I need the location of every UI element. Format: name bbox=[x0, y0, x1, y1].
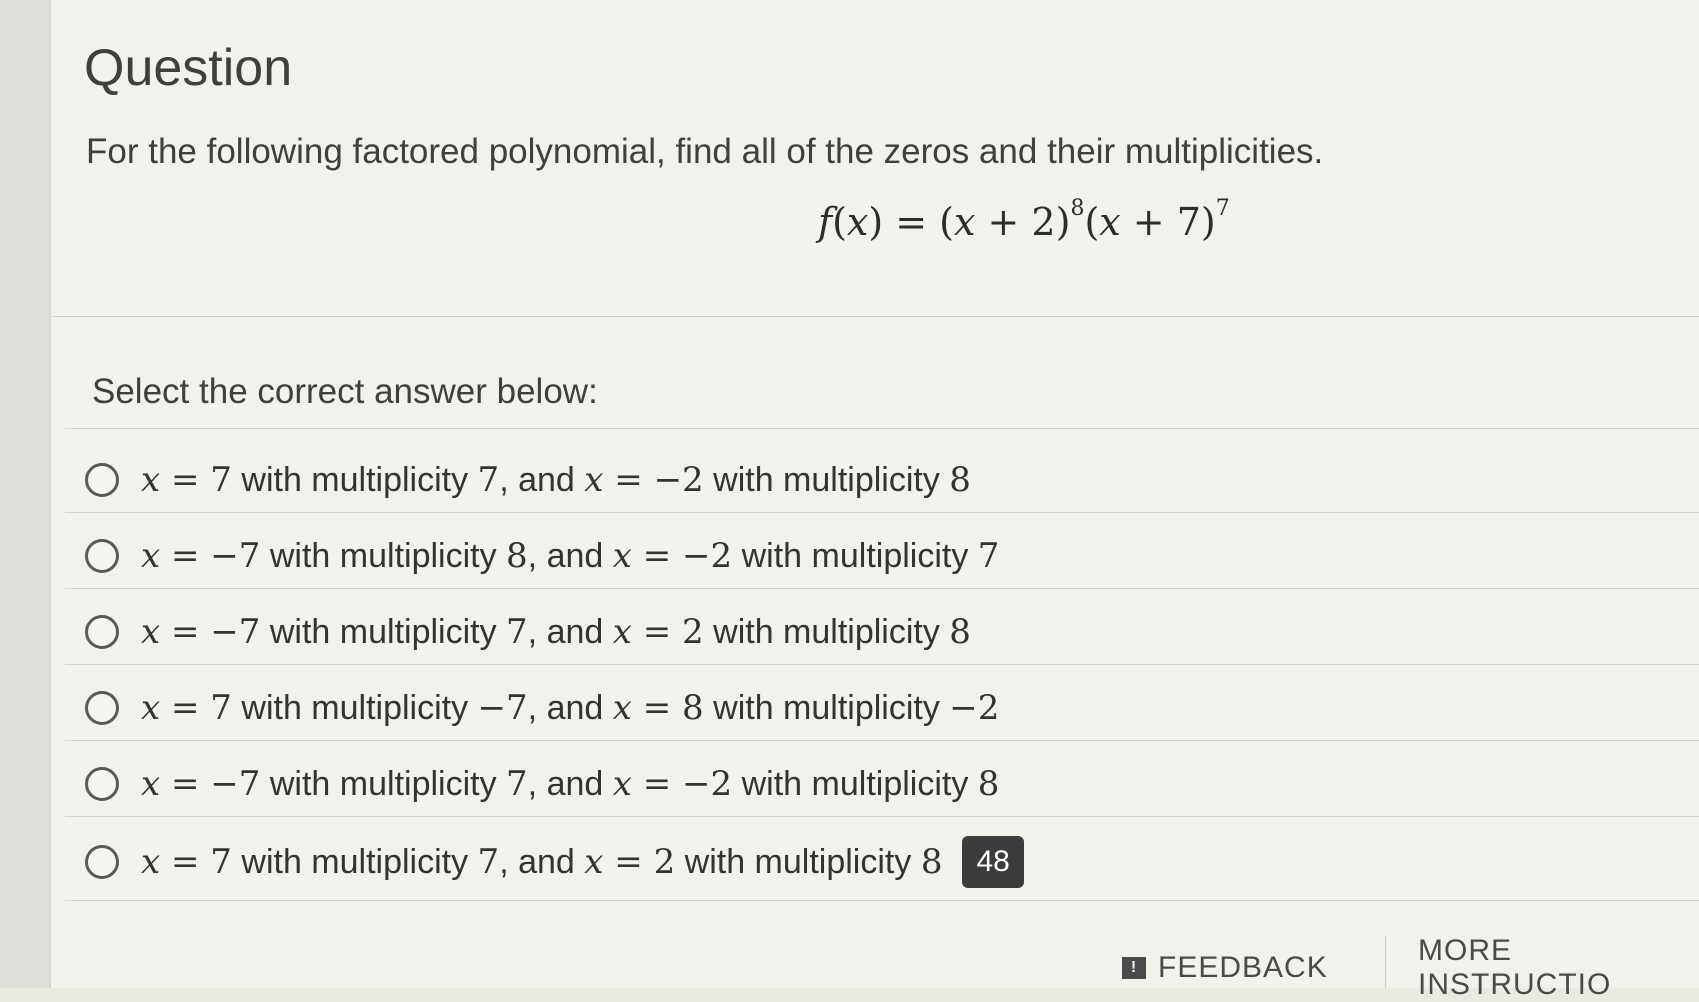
more-instructions-label: MORE INSTRUCTIO bbox=[1418, 934, 1612, 1001]
feedback-button[interactable]: ! FEEDBACK bbox=[1122, 948, 1328, 988]
formula-function: f bbox=[818, 200, 833, 244]
count-badge: 48 bbox=[962, 836, 1024, 888]
option-text: x = −7 with multiplicity 8, and x = −2 w… bbox=[141, 536, 1000, 576]
answer-option-5[interactable]: x = −7 with multiplicity 7, and x = −2 w… bbox=[85, 754, 1285, 814]
radio-button[interactable] bbox=[85, 691, 119, 725]
radio-button[interactable] bbox=[85, 463, 119, 497]
formula-part: ( bbox=[1084, 200, 1100, 244]
formula-var: x bbox=[846, 200, 869, 244]
row-divider bbox=[65, 740, 1699, 741]
row-divider bbox=[65, 664, 1699, 665]
formula-exponent: 7 bbox=[1215, 196, 1230, 222]
footer-divider bbox=[1385, 936, 1386, 988]
answer-prompt: Select the correct answer below: bbox=[92, 372, 598, 411]
option-text: x = 7 with multiplicity 7, and x = 2 wit… bbox=[141, 842, 943, 882]
row-divider bbox=[65, 512, 1699, 513]
radio-button[interactable] bbox=[85, 767, 119, 801]
radio-button[interactable] bbox=[85, 615, 119, 649]
feedback-icon: ! bbox=[1122, 957, 1146, 979]
polynomial-formula: f(x) = (x + 2)8(x + 7)7 bbox=[818, 196, 1230, 244]
row-divider bbox=[65, 816, 1699, 817]
answer-option-2[interactable]: x = −7 with multiplicity 8, and x = −2 w… bbox=[85, 526, 1285, 586]
formula-part: ( bbox=[832, 200, 847, 244]
answer-option-6[interactable]: x = 7 with multiplicity 7, and x = 2 wit… bbox=[85, 832, 1285, 892]
answer-option-3[interactable]: x = −7 with multiplicity 7, and x = 2 wi… bbox=[85, 602, 1285, 662]
page-margin bbox=[0, 0, 50, 988]
question-prompt: For the following factored polynomial, f… bbox=[86, 132, 1324, 171]
formula-var: x bbox=[1099, 200, 1121, 244]
more-instructions-button[interactable]: MORE INSTRUCTIO bbox=[1418, 934, 1699, 1001]
feedback-label: FEEDBACK bbox=[1158, 951, 1328, 984]
row-divider bbox=[65, 588, 1699, 589]
section-divider bbox=[52, 316, 1699, 317]
question-title: Question bbox=[84, 39, 293, 97]
option-text: x = 7 with multiplicity 7, and x = −2 wi… bbox=[141, 460, 971, 500]
option-text: x = −7 with multiplicity 7, and x = 2 wi… bbox=[141, 612, 971, 652]
formula-var: x bbox=[954, 200, 976, 244]
answer-option-4[interactable]: x = 7 with multiplicity −7, and x = 8 wi… bbox=[85, 678, 1285, 738]
formula-part: + 7) bbox=[1120, 200, 1216, 244]
row-divider bbox=[65, 428, 1699, 429]
radio-button[interactable] bbox=[85, 539, 119, 573]
formula-exponent: 8 bbox=[1070, 196, 1085, 222]
row-divider bbox=[65, 900, 1699, 901]
option-text: x = 7 with multiplicity −7, and x = 8 wi… bbox=[141, 688, 1000, 728]
formula-part: + 2) bbox=[975, 200, 1071, 244]
answer-option-1[interactable]: x = 7 with multiplicity 7, and x = −2 wi… bbox=[85, 450, 1285, 510]
formula-part: ) = ( bbox=[868, 200, 954, 244]
radio-button[interactable] bbox=[85, 845, 119, 879]
option-text: x = −7 with multiplicity 7, and x = −2 w… bbox=[141, 764, 1000, 804]
